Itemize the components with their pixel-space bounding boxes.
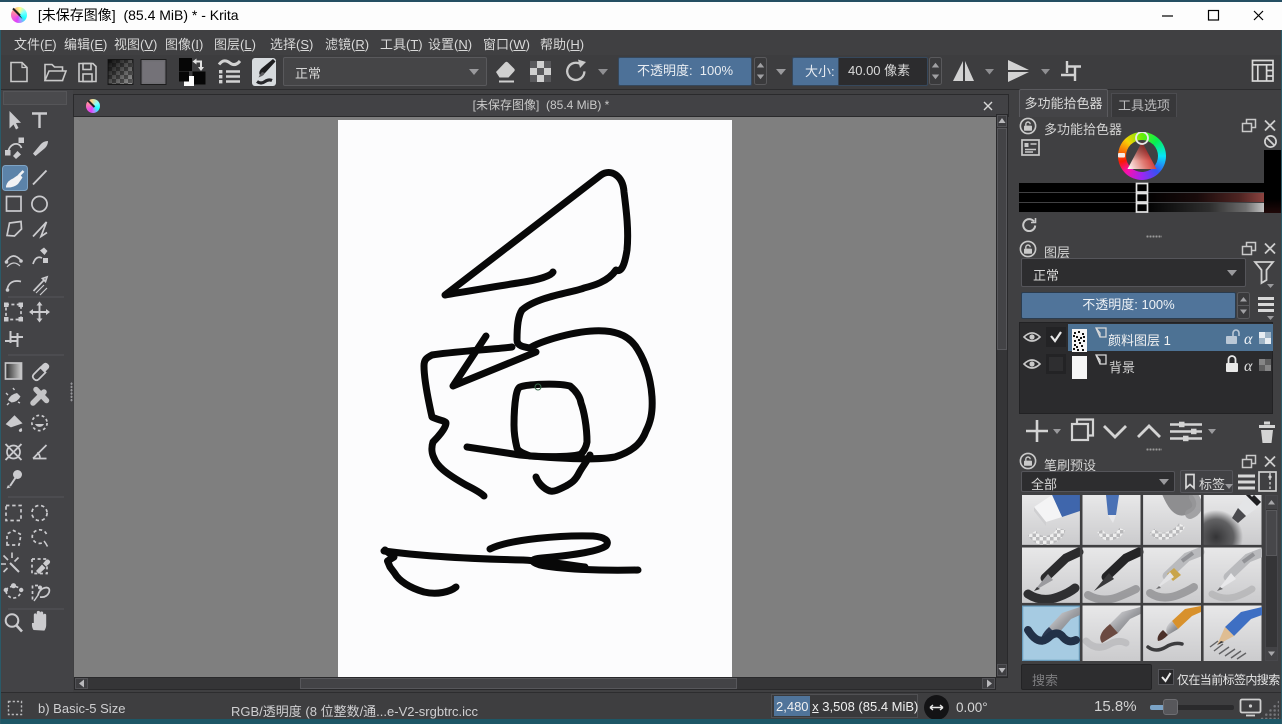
svg-text:α: α <box>1244 358 1253 375</box>
svg-text:α: α <box>1244 331 1253 348</box>
